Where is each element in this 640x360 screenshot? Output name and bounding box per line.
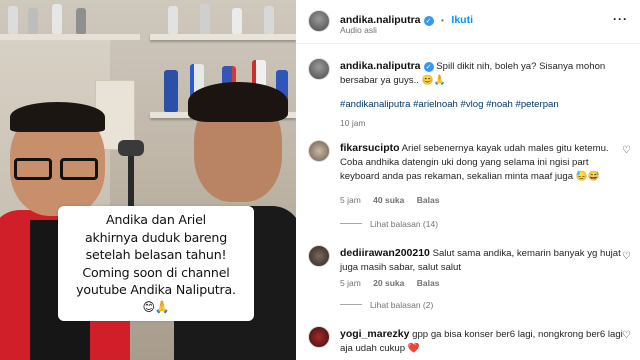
reply-button[interactable]: Balas	[417, 195, 440, 205]
figurine	[264, 6, 274, 34]
figurine	[200, 4, 210, 34]
comment-username[interactable]: yogi_marezky	[340, 328, 409, 340]
comment-likes[interactable]: 40 suka	[373, 195, 404, 205]
view-replies-label: Lihat balasan (2)	[370, 300, 434, 310]
figurine	[232, 8, 242, 34]
commenter-avatar[interactable]	[308, 140, 330, 162]
post-time: 10 jam	[340, 118, 366, 128]
video-caption: Andika dan Ariel akhirnya duduk bareng s…	[58, 206, 254, 321]
post-hashtags[interactable]: #andikanaliputra #arielnoah #vlog #noah …	[340, 98, 630, 112]
dot-separator: •	[440, 15, 444, 25]
caption-line: Coming soon di channel	[82, 264, 230, 280]
more-options-icon[interactable]: ···	[613, 12, 628, 26]
hair	[188, 82, 288, 122]
post-header: andika.naliputra ✓ • Ikuti Audio asli ···	[296, 0, 640, 44]
figurine	[52, 4, 62, 34]
post-caption: andika.naliputra ✓ Spill dikit nih, boleh…	[340, 59, 630, 128]
reply-button[interactable]: Balas	[417, 278, 440, 288]
glasses	[14, 158, 104, 180]
comment-username[interactable]: dediirawan200210	[340, 247, 430, 259]
follow-button[interactable]: Ikuti	[451, 14, 473, 26]
post-username[interactable]: andika.naliputra	[340, 60, 421, 72]
caption-emoji: 😊🙏	[142, 299, 170, 314]
shelf	[150, 34, 296, 40]
figurine	[164, 70, 178, 112]
view-replies-button[interactable]: Lihat balasan (2)	[340, 300, 433, 310]
video-player[interactable]: Andika dan Ariel akhirnya duduk bareng s…	[0, 0, 296, 360]
figurine	[28, 8, 38, 34]
figurine	[76, 8, 86, 34]
comment-item: dediirawan200210 Salut sama andika, kema…	[340, 246, 628, 275]
like-heart-icon[interactable]: ♡	[622, 146, 632, 156]
comment-time: 5 jam	[340, 195, 361, 205]
header-avatar[interactable]	[308, 10, 330, 32]
caption-line: akhirnya duduk bareng	[85, 229, 227, 245]
comments-panel: andika.naliputra ✓ • Ikuti Audio asli ···…	[296, 0, 640, 360]
comment-username[interactable]: fikarsucipto	[340, 142, 400, 154]
like-heart-icon[interactable]: ♡	[622, 252, 632, 262]
comment-meta: 5 jam 40 suka Balas	[340, 195, 439, 205]
comment-time: 5 jam	[340, 278, 361, 288]
verified-badge-icon: ✓	[423, 16, 434, 26]
caption-line: Andika dan Ariel	[106, 212, 206, 227]
comment-meta: 5 jam 20 suka Balas	[340, 278, 439, 288]
view-replies-label: Lihat balasan (14)	[370, 219, 439, 229]
post-author-avatar[interactable]	[308, 58, 330, 80]
comment-likes[interactable]: 20 suka	[373, 278, 404, 288]
verified-badge-icon: ✓	[423, 62, 434, 72]
commenter-avatar[interactable]	[308, 245, 330, 267]
like-heart-icon[interactable]: ♡	[622, 331, 632, 341]
audio-label[interactable]: Audio asli	[340, 25, 377, 35]
comment-item: yogi_marezky gpp ga bisa konser ber6 lag…	[340, 327, 628, 356]
view-replies-button[interactable]: Lihat balasan (14)	[340, 219, 438, 229]
hair	[10, 102, 105, 132]
figurine	[8, 6, 18, 34]
comment-item: fikarsucipto Ariel sebenernya kayak udah…	[340, 141, 612, 184]
figurine	[168, 6, 178, 34]
shelf	[0, 34, 140, 40]
caption-line: youtube Andika Naliputra.	[76, 282, 236, 297]
commenter-avatar[interactable]	[308, 326, 330, 348]
instagram-post-view: Andika dan Ariel akhirnya duduk bareng s…	[0, 0, 640, 360]
microphone	[118, 140, 144, 156]
caption-line: setelah belasan tahun!	[85, 247, 227, 262]
